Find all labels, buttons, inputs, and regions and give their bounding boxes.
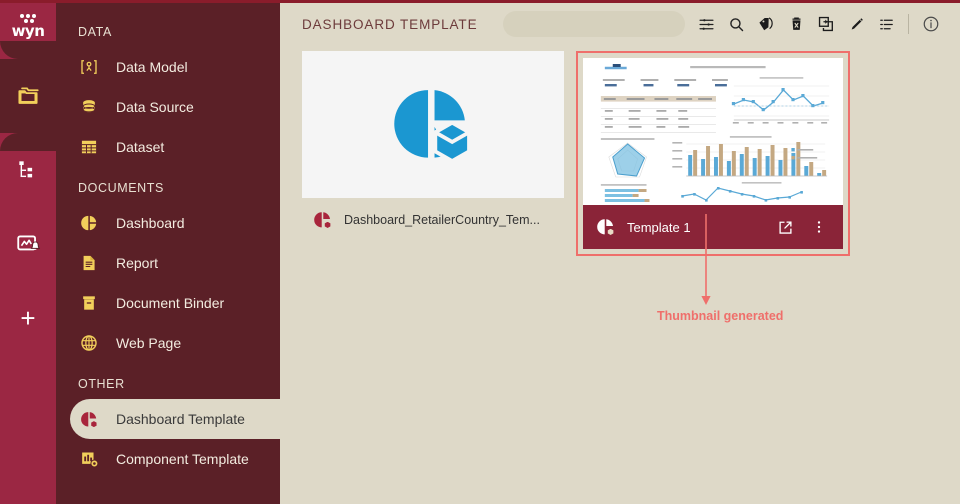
template-card-selected[interactable]: Template 1 — [576, 51, 850, 256]
annotation-label: Thumbnail generated — [657, 309, 784, 323]
sidebar-item-label: Dashboard — [116, 215, 185, 231]
search-input[interactable] — [503, 11, 685, 37]
sidebar-item-dashboard-template[interactable]: Dashboard Template — [70, 399, 280, 439]
mini-dashboard-svg — [583, 58, 843, 205]
component-template-icon — [78, 448, 100, 470]
app-window: wyn + DATA Data Model Data Source Datase… — [0, 0, 960, 504]
page-title: DASHBOARD TEMPLATE — [302, 16, 478, 32]
filter-sliders-icon[interactable] — [691, 9, 721, 39]
monitor-alert-icon — [17, 235, 41, 251]
report-doc-icon — [78, 252, 100, 274]
data-model-icon — [78, 56, 100, 78]
sidebar-item-label: Data Model — [116, 59, 188, 75]
sidebar: DATA Data Model Data Source Dataset DOCU… — [56, 3, 280, 504]
sidebar-item-dataset[interactable]: Dataset — [56, 127, 280, 167]
open-external-icon[interactable] — [773, 215, 797, 239]
copy-icon[interactable] — [811, 9, 841, 39]
mini-dashboard-preview — [583, 58, 843, 205]
logo-text: wyn — [11, 22, 45, 40]
rail-item-hierarchy[interactable] — [0, 133, 56, 207]
trash-icon[interactable] — [781, 9, 811, 39]
search-icon[interactable] — [721, 9, 751, 39]
sidebar-item-data-model[interactable]: Data Model — [56, 47, 280, 87]
tag-icon[interactable] — [751, 9, 781, 39]
toolbar: DASHBOARD TEMPLATE — [280, 3, 960, 45]
card-footer-selected: Template 1 — [583, 205, 843, 249]
table-grid-icon — [78, 136, 100, 158]
pie-cube-placeholder-icon — [394, 89, 471, 163]
sidebar-item-label: Report — [116, 255, 159, 271]
main-content: DASHBOARD TEMPLATE Dashboard_RetailerCou… — [280, 3, 960, 504]
sidebar-item-dashboard[interactable]: Dashboard — [56, 203, 280, 243]
sidebar-group-title-data: DATA — [78, 25, 112, 39]
card-title: Template 1 — [627, 219, 691, 235]
card-thumbnail-generated — [583, 58, 843, 205]
globe-icon — [78, 332, 100, 354]
sidebar-item-web-page[interactable]: Web Page — [56, 323, 280, 363]
toolbar-actions — [691, 9, 946, 39]
card-title: Dashboard_RetailerCountry_Tem... — [344, 213, 540, 227]
folders-icon — [18, 87, 39, 104]
sidebar-item-label: Web Page — [116, 335, 182, 351]
sidebar-item-label: Data Source — [116, 99, 194, 115]
info-icon[interactable] — [916, 9, 946, 39]
database-icon — [78, 96, 100, 118]
card-footer: Dashboard_RetailerCountry_Tem... — [302, 198, 564, 242]
app-logo: wyn — [0, 3, 56, 59]
sidebar-group-title-other: OTHER — [78, 377, 125, 391]
sidebar-item-label: Dataset — [116, 139, 165, 155]
more-options-icon[interactable] — [807, 215, 831, 239]
rail-item-monitoring[interactable] — [0, 207, 56, 281]
sidebar-item-label: Document Binder — [116, 295, 225, 311]
dashboard-pie-icon — [78, 212, 100, 234]
binder-icon — [78, 292, 100, 314]
template-card[interactable]: Dashboard_RetailerCountry_Tem... — [302, 51, 564, 256]
rail-item-documents[interactable] — [0, 41, 56, 151]
sidebar-item-data-source[interactable]: Data Source — [56, 87, 280, 127]
sidebar-item-component-template[interactable]: Component Template — [56, 439, 280, 479]
sidebar-item-label: Dashboard Template — [116, 411, 245, 427]
rail-item-create[interactable]: + — [0, 281, 56, 355]
list-icon[interactable] — [871, 9, 901, 39]
hierarchy-icon — [19, 161, 33, 178]
pencil-icon[interactable] — [841, 9, 871, 39]
dashboard-template-icon — [314, 212, 332, 230]
sidebar-item-report[interactable]: Report — [56, 243, 280, 283]
dashboard-template-icon — [78, 408, 100, 430]
logo-dots — [8, 14, 48, 18]
card-thumbnail-placeholder — [302, 51, 564, 198]
toolbar-divider — [908, 14, 909, 34]
sidebar-item-label: Component Template — [116, 451, 249, 467]
sidebar-group-title-documents: DOCUMENTS — [78, 181, 164, 195]
sidebar-item-document-binder[interactable]: Document Binder — [56, 283, 280, 323]
plus-icon: + — [20, 303, 36, 333]
dashboard-template-icon — [597, 219, 615, 237]
template-grid: Dashboard_RetailerCountry_Tem... Templat… — [280, 45, 960, 256]
icon-rail: wyn + — [0, 3, 56, 504]
